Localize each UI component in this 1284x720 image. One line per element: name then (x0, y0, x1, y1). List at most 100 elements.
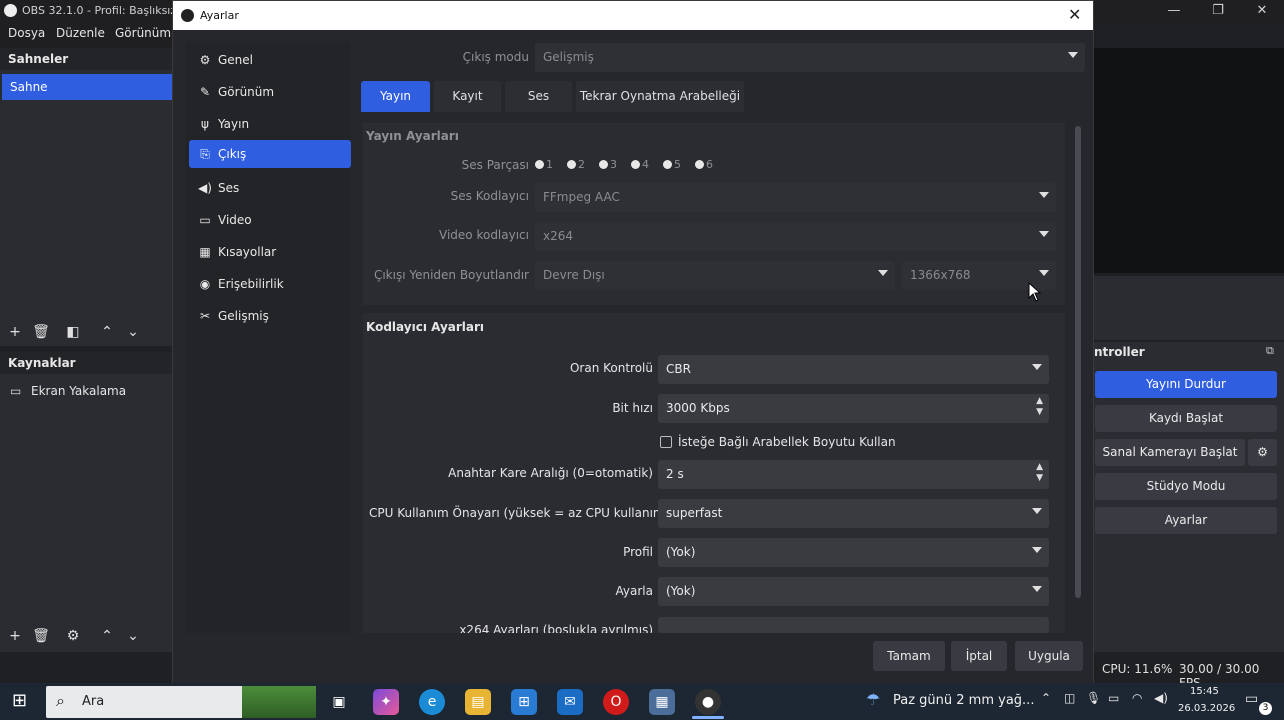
windows-start-icon[interactable]: ⊞ (12, 690, 27, 711)
rescale-resolution-value: 1366x768 (910, 268, 971, 282)
stop-stream-button[interactable]: Yayını Durdur (1095, 371, 1277, 398)
clock-date[interactable]: 26.03.2026 (1178, 703, 1235, 714)
video-encoder-select[interactable]: x264 (535, 222, 1056, 251)
start-recording-button[interactable]: Kaydı Başlat (1095, 405, 1277, 432)
nav-item-yayin[interactable]: ψ Yayın (189, 110, 351, 138)
nav-item-cikis[interactable]: ⎘ Çıkış (189, 140, 351, 168)
remove-scene-icon[interactable]: 🗑 (30, 321, 52, 343)
add-scene-icon[interactable]: + (4, 321, 26, 343)
spin-arrows-icon[interactable]: ▲ ▼ (1036, 462, 1043, 484)
dialog-close-icon[interactable]: ✕ (1068, 5, 1081, 24)
tab-replay-buffer[interactable]: Tekrar Oynatma Arabelleği (576, 81, 744, 112)
chevron-down-icon (1032, 508, 1042, 514)
bitrate-spinbox[interactable]: 3000 Kbps ▲ ▼ (658, 394, 1049, 423)
rate-control-select[interactable]: CBR (658, 355, 1049, 384)
move-down-icon[interactable]: ⌄ (122, 321, 144, 343)
ok-button[interactable]: Tamam (873, 641, 945, 671)
radio-icon (631, 160, 640, 169)
tab-kayit[interactable]: Kayıt (434, 81, 501, 112)
audio-track-3[interactable]: 3 (599, 158, 617, 171)
microsoft-store-icon[interactable]: ⊞ (511, 689, 537, 715)
chevron-up-icon[interactable]: ⌃ (1041, 691, 1051, 705)
spin-arrows-icon[interactable]: ▲ ▼ (1036, 396, 1043, 418)
cpu-preset-select[interactable]: superfast (658, 499, 1049, 528)
undock-icon[interactable]: ⧉ (1266, 344, 1274, 358)
tab-ses[interactable]: Ses (505, 81, 572, 112)
track-number: 2 (578, 158, 585, 171)
track-number: 3 (610, 158, 617, 171)
nav-item-genel[interactable]: ⚙ Genel (189, 46, 351, 74)
radio-icon (599, 160, 608, 169)
nav-item-gelismis[interactable]: ✂ Gelişmiş (189, 302, 351, 330)
source-up-icon[interactable]: ⌃ (96, 625, 118, 647)
taskbar-search[interactable]: ⌕ Ara (46, 686, 316, 718)
custom-buffer-checkbox[interactable]: İsteğe Bağlı Arabellek Boyutu Kullan (660, 435, 896, 449)
camera-tray-icon[interactable]: ◫ (1064, 691, 1075, 705)
profile-select[interactable]: (Yok) (658, 538, 1049, 567)
scene-item[interactable]: Sahne (2, 74, 172, 100)
menu-duzenle[interactable]: Düzenle (56, 26, 105, 40)
audio-track-4[interactable]: 4 (631, 158, 649, 171)
tune-select[interactable]: (Yok) (658, 577, 1049, 606)
audio-encoder-label: Ses Kodlayıcı (450, 189, 529, 203)
tab-yayin[interactable]: Yayın (361, 81, 430, 112)
stream-settings-title: Yayın Ayarları (366, 129, 459, 143)
nav-item-ses[interactable]: ◀) Ses (189, 174, 351, 202)
minimize-icon[interactable]: — (1152, 0, 1196, 22)
rescale-output-label: Çıkışı Yeniden Boyutlandır (373, 268, 529, 282)
battery-icon[interactable]: ▭ (1108, 691, 1119, 705)
audio-track-6[interactable]: 6 (695, 158, 713, 171)
dialog-title: Ayarlar (200, 9, 239, 22)
app-window-icon[interactable]: ▦ (649, 689, 675, 715)
menu-dosya[interactable]: Dosya (8, 26, 45, 40)
sources-title: Kaynaklar (8, 356, 76, 370)
wifi-icon[interactable]: ◠ (1132, 691, 1142, 705)
source-down-icon[interactable]: ⌄ (122, 625, 144, 647)
source-settings-icon[interactable]: ⚙ (62, 625, 84, 647)
apply-button[interactable]: Uygula (1015, 641, 1083, 671)
task-view-icon[interactable]: ▣ (326, 689, 352, 715)
microphone-tray-icon[interactable]: 🎙 (1086, 691, 1101, 705)
obs-window-title: OBS 32.1.0 - Profil: Başlıksız - S (22, 4, 195, 17)
clock-time[interactable]: 15:45 (1190, 686, 1219, 697)
file-explorer-icon[interactable]: ▤ (465, 689, 491, 715)
move-up-icon[interactable]: ⌃ (96, 321, 118, 343)
rescale-output-select[interactable]: Devre Dışı (535, 261, 895, 290)
close-window-icon[interactable]: ✕ (1240, 0, 1284, 22)
scene-filter-icon[interactable]: ◧ (62, 321, 84, 343)
start-virtual-camera-button[interactable]: Sanal Kamerayı Başlat (1095, 439, 1245, 466)
opera-browser-icon[interactable]: O (603, 689, 629, 715)
maximize-icon[interactable]: ❐ (1196, 0, 1240, 22)
audio-track-2[interactable]: 2 (567, 158, 585, 171)
status-bar: CPU: 11.6% 30.00 / 30.00 FPS (1094, 656, 1284, 690)
edge-browser-icon[interactable]: e (419, 689, 445, 715)
output-mode-select[interactable]: Gelişmiş (535, 43, 1085, 72)
outlook-icon[interactable]: ✉ (557, 689, 583, 715)
studio-mode-button[interactable]: Stüdyo Modu (1095, 473, 1277, 500)
settings-scrollbar[interactable] (1075, 126, 1081, 598)
add-source-icon[interactable]: + (4, 625, 26, 647)
cancel-button[interactable]: İptal (951, 641, 1007, 671)
audio-track-5[interactable]: 5 (663, 158, 681, 171)
copilot-icon[interactable]: ✦ (373, 689, 399, 715)
settings-button[interactable]: Ayarlar (1095, 507, 1277, 534)
antenna-icon: ψ (201, 117, 209, 131)
menu-gorunum[interactable]: Görünüm (115, 26, 171, 40)
audio-track-1[interactable]: 1 (535, 158, 553, 171)
notification-icon[interactable]: ▭ (1245, 691, 1258, 707)
remove-source-icon[interactable]: 🗑 (30, 625, 52, 647)
nav-item-gorunum[interactable]: ✎ Görünüm (189, 78, 351, 106)
keyframe-interval-spinbox[interactable]: 2 s ▲ ▼ (658, 460, 1049, 489)
audio-encoder-select[interactable]: FFmpeg AAC (535, 183, 1056, 212)
weather-text[interactable]: Paz günü 2 mm yağ... (893, 693, 1034, 708)
nav-item-video[interactable]: ▭ Video (189, 206, 351, 234)
nav-item-kisayollar[interactable]: ▦ Kısayollar (189, 238, 351, 266)
x264-options-input[interactable] (658, 617, 1049, 633)
volume-icon[interactable]: ◀) (1154, 691, 1168, 705)
virtual-camera-settings-icon[interactable]: ⚙ (1248, 439, 1277, 466)
nav-item-erisebilirlik[interactable]: ◉ Erişebilirlik (189, 270, 351, 298)
tools-icon: ✂ (199, 309, 211, 323)
source-item[interactable]: Ekran Yakalama (31, 384, 126, 398)
obs-taskbar-icon[interactable]: ● (695, 689, 721, 715)
scenes-title: Sahneler (8, 52, 69, 66)
